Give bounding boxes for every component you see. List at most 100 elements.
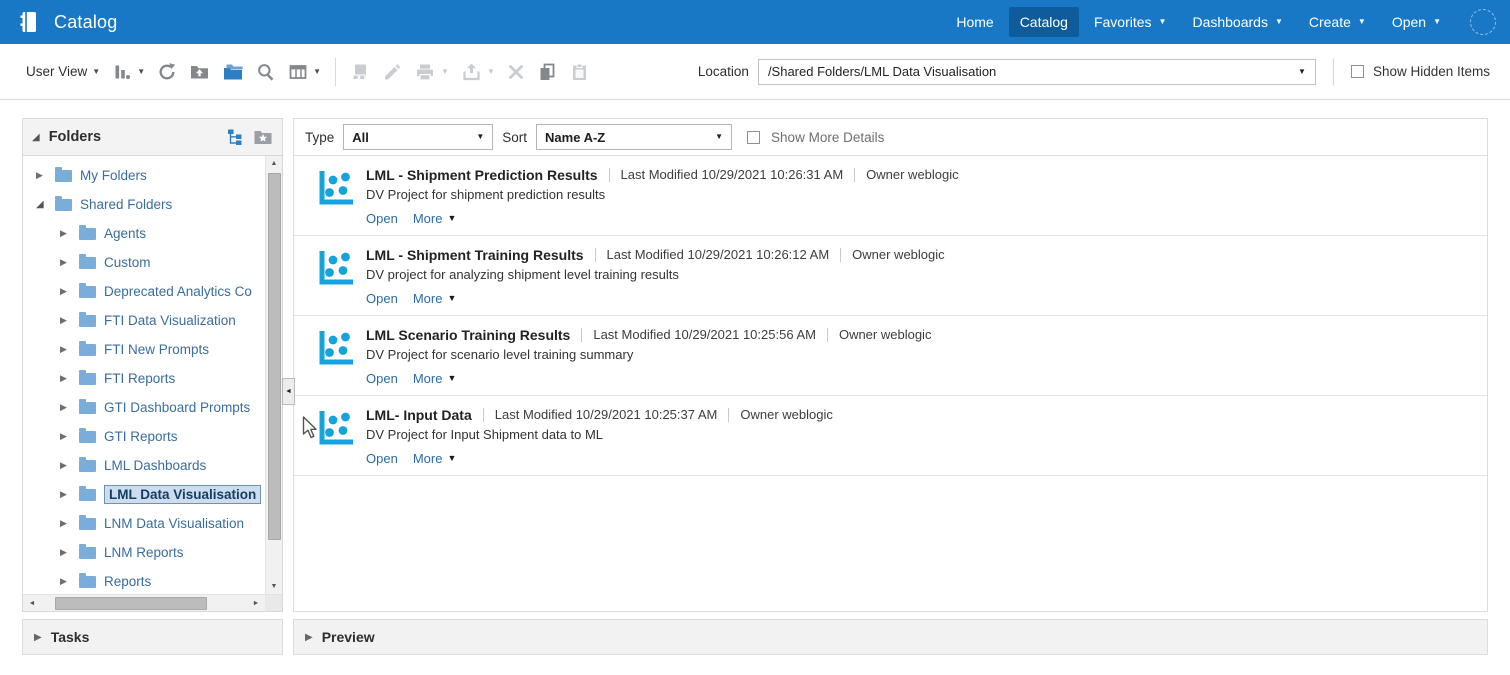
copy-pages-icon xyxy=(540,63,555,80)
tree-item-label-selected: LML Data Visualisation xyxy=(104,485,262,504)
tree-item-gti-dashboard-prompts[interactable]: ▶ GTI Dashboard Prompts xyxy=(23,393,265,422)
tree-view-icon xyxy=(228,129,242,145)
expand-icon[interactable]: ▶ xyxy=(60,228,75,239)
tree-item-lnm-data-visualisation[interactable]: ▶ LNM Data Visualisation xyxy=(23,509,265,538)
tree-item-agents[interactable]: ▶ Agents xyxy=(23,219,265,248)
tree-item-lnm-reports[interactable]: ▶ LNM Reports xyxy=(23,538,265,567)
collapse-icon[interactable]: ◢ xyxy=(36,199,51,210)
tree-item-gti-reports[interactable]: ▶ GTI Reports xyxy=(23,422,265,451)
export-dropdown[interactable]: ▼ xyxy=(455,58,501,86)
search-button[interactable] xyxy=(250,58,282,86)
delete-button[interactable] xyxy=(501,59,531,85)
delete-x-icon xyxy=(508,64,523,79)
more-dropdown[interactable]: More ▼ xyxy=(413,371,457,386)
expand-icon[interactable]: ▶ xyxy=(60,431,75,442)
preview-panel-header[interactable]: ▶ Preview xyxy=(293,619,1488,655)
show-hidden-items-checkbox[interactable] xyxy=(1350,65,1364,78)
sort-select-value: Name A-Z xyxy=(545,129,606,145)
type-select[interactable]: All ▼ xyxy=(343,124,494,150)
favorites-folder-button[interactable] xyxy=(253,129,273,145)
tree-item-custom[interactable]: ▶ Custom xyxy=(23,248,265,277)
expand-icon[interactable]: ▶ xyxy=(60,344,75,355)
nav-catalog[interactable]: Catalog xyxy=(1008,7,1079,37)
expand-icon[interactable]: ▶ xyxy=(60,286,75,297)
open-link[interactable]: Open xyxy=(366,291,398,306)
more-dropdown[interactable]: More ▼ xyxy=(413,291,457,306)
show-hidden-items-label[interactable]: Show Hidden Items xyxy=(1373,64,1490,79)
caret-down-icon: ▼ xyxy=(1274,17,1283,26)
tree-item-deprecated-analytics[interactable]: ▶ Deprecated Analytics Co xyxy=(23,277,265,306)
folder-icon xyxy=(79,456,96,472)
tasks-panel-header[interactable]: ▶ Tasks xyxy=(22,619,283,655)
vertical-scrollbar[interactable]: ▲ ▼ xyxy=(265,156,282,594)
scroll-left-icon[interactable]: ◄ xyxy=(23,595,41,611)
scroll-right-icon[interactable]: ► xyxy=(247,595,265,611)
tree-item-label: LNM Reports xyxy=(104,545,184,560)
tree-item-lml-dashboards[interactable]: ▶ LML Dashboards xyxy=(23,451,265,480)
show-more-details-label[interactable]: Show More Details xyxy=(771,130,884,145)
more-dropdown[interactable]: More ▼ xyxy=(413,211,457,226)
tree-item-shared-folders[interactable]: ◢ Shared Folders xyxy=(23,190,265,219)
more-dropdown[interactable]: More ▼ xyxy=(413,451,457,466)
expand-icon[interactable]: ▶ xyxy=(60,576,75,587)
horizontal-scroll-thumb[interactable] xyxy=(55,596,207,610)
tree-item-lml-data-visualisation[interactable]: ▶ LML Data Visualisation xyxy=(23,480,265,509)
open-link[interactable]: Open xyxy=(366,371,398,386)
sort-select[interactable]: Name A-Z ▼ xyxy=(536,124,733,150)
expand-icon[interactable]: ▶ xyxy=(36,170,51,181)
caret-down-icon: ▼ xyxy=(1298,66,1306,76)
expand-icon[interactable]: ▶ xyxy=(60,489,75,500)
nav-dashboards[interactable]: Dashboards ▼ xyxy=(1181,7,1293,37)
folder-icon xyxy=(79,253,96,269)
preview-panel-title: Preview xyxy=(321,629,375,645)
expand-icon[interactable]: ▶ xyxy=(60,257,75,268)
folder-icon xyxy=(79,282,96,298)
tree-item-my-folders[interactable]: ▶ My Folders xyxy=(23,161,265,190)
folder-tree: ▶ My Folders ◢ Shared Folders ▶ Agents ▶… xyxy=(23,156,265,594)
horizontal-scrollbar[interactable]: ◄ ► xyxy=(23,594,282,611)
expand-icon[interactable]: ▶ xyxy=(60,315,75,326)
horizontal-scroll-track[interactable] xyxy=(41,596,247,610)
paste-button[interactable] xyxy=(563,58,595,86)
expand-icon[interactable]: ▶ xyxy=(60,547,75,558)
vertical-scroll-thumb[interactable] xyxy=(267,173,281,541)
copy-button[interactable] xyxy=(531,58,563,86)
expand-icon[interactable]: ▶ xyxy=(60,460,75,471)
open-link[interactable]: Open xyxy=(366,211,398,226)
nav-open[interactable]: Open ▼ xyxy=(1381,7,1452,37)
collapse-panel-icon[interactable]: ◢ xyxy=(32,132,40,143)
tree-item-fti-new-prompts[interactable]: ▶ FTI New Prompts xyxy=(23,335,265,364)
folders-panel-header[interactable]: ◢ Folders xyxy=(23,119,282,156)
vertical-scroll-track[interactable] xyxy=(267,171,281,579)
tree-item-fti-data-visualization[interactable]: ▶ FTI Data Visualization xyxy=(23,306,265,335)
nav-favorites[interactable]: Favorites ▼ xyxy=(1083,7,1178,37)
refresh-button[interactable] xyxy=(151,58,183,86)
tree-item-fti-reports[interactable]: ▶ FTI Reports xyxy=(23,364,265,393)
up-one-level-button[interactable] xyxy=(183,58,216,86)
new-folder-button[interactable] xyxy=(216,58,250,86)
view-type-dropdown[interactable]: ▼ xyxy=(106,58,151,86)
item-owner: Owner weblogic xyxy=(866,167,959,182)
print-dropdown[interactable]: ▼ xyxy=(408,58,455,86)
expand-icon[interactable]: ▶ xyxy=(60,518,75,529)
list-view-dropdown[interactable]: ▼ xyxy=(282,58,327,86)
nav-home[interactable]: Home xyxy=(945,7,1004,37)
tree-item-reports[interactable]: ▶ Reports xyxy=(23,567,265,594)
tree-view-button[interactable] xyxy=(226,128,244,146)
view-selector-dropdown[interactable]: User View ▼ xyxy=(20,60,106,83)
pencil-icon xyxy=(385,63,401,79)
location-combobox[interactable]: /Shared Folders/LML Data Visualisation ▼ xyxy=(757,58,1316,85)
edit-button[interactable] xyxy=(376,58,408,86)
scroll-down-icon[interactable]: ▼ xyxy=(266,579,282,594)
folder-tree-wrap: ▶ My Folders ◢ Shared Folders ▶ Agents ▶… xyxy=(23,156,282,594)
view-selector-label: User View xyxy=(26,64,88,79)
nav-create[interactable]: Create ▼ xyxy=(1298,7,1377,37)
show-more-details-checkbox[interactable] xyxy=(747,130,761,144)
open-link[interactable]: Open xyxy=(366,451,398,466)
expand-icon[interactable]: ▶ xyxy=(60,402,75,413)
expand-icon[interactable]: ▶ xyxy=(60,373,75,384)
archive-button[interactable] xyxy=(344,58,376,86)
user-avatar[interactable] xyxy=(1470,9,1496,35)
scroll-up-icon[interactable]: ▲ xyxy=(266,156,282,171)
panel-splitter-handle[interactable]: ◄ xyxy=(282,378,295,405)
